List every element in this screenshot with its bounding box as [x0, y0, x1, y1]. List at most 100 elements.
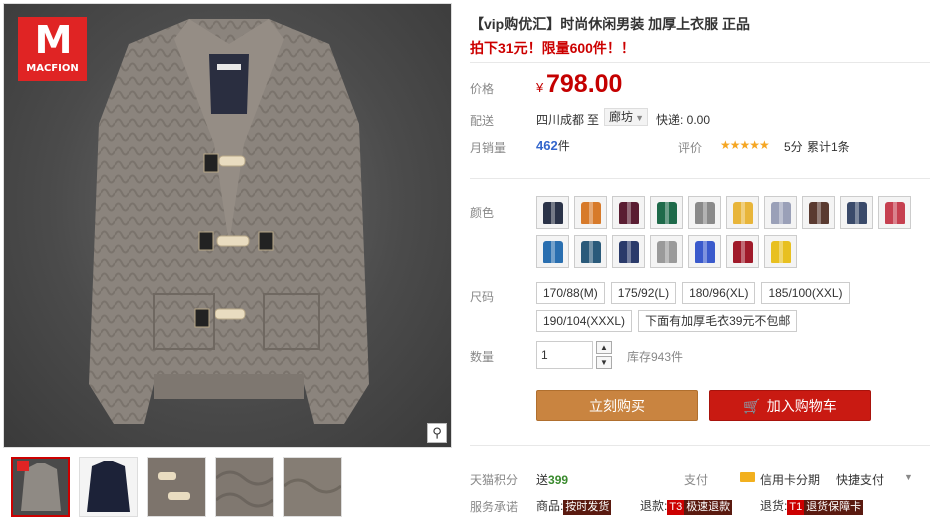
color-swatch[interactable]: [688, 196, 721, 229]
color-swatch[interactable]: [878, 196, 911, 229]
sweater-thumbnail-icon: [618, 201, 639, 224]
color-swatch[interactable]: [536, 196, 569, 229]
sweater-thumbnail-icon: [808, 201, 829, 224]
service-label: 服务承诺: [470, 500, 519, 514]
quantity-label: 数量: [470, 350, 495, 364]
product-title: 【vip购优汇】时尚休闲男装 加厚上衣服 正品: [470, 16, 751, 32]
color-swatch[interactable]: [612, 196, 645, 229]
sweater-thumbnail-icon: [770, 240, 791, 263]
color-swatch[interactable]: [688, 235, 721, 268]
qty-decrease-button[interactable]: ▼: [596, 356, 612, 369]
sweater-thumbnail-icon: [732, 240, 753, 263]
color-label: 颜色: [470, 206, 495, 220]
color-swatch[interactable]: [802, 196, 835, 229]
points-prefix: 送: [536, 473, 549, 487]
add-to-cart-button[interactable]: 🛒 加入购物车: [709, 390, 871, 421]
credit-card-installment[interactable]: 信用卡分期: [760, 471, 820, 488]
sweater-thumbnail-icon: [542, 240, 563, 263]
goods-tag[interactable]: 按时发货: [563, 500, 612, 515]
rating-score: 5分: [784, 140, 803, 154]
color-swatch[interactable]: [536, 235, 569, 268]
express-fee: 快递: 0.00: [656, 113, 711, 127]
zoom-magnifier-icon[interactable]: ⚲: [427, 423, 447, 443]
size-option[interactable]: 下面有加厚毛衣39元不包邮: [638, 310, 798, 332]
color-swatch[interactable]: [840, 196, 873, 229]
monthly-sales-count: 462: [536, 138, 558, 153]
refund-tag[interactable]: 极速退款: [684, 500, 733, 515]
color-swatch[interactable]: [726, 235, 759, 268]
quantity-input[interactable]: 1: [536, 341, 593, 369]
goods-label: 商品:: [536, 499, 564, 513]
sweater-thumbnail-icon: [580, 201, 601, 224]
sweater-thumbnail-icon: [732, 201, 753, 224]
refund-label: 退款:: [640, 499, 668, 513]
return-label: 退货:: [760, 499, 788, 513]
return-guarantee: 退货: T1 退货保障卡: [760, 497, 864, 515]
sweater-thumbnail-icon: [846, 201, 867, 224]
qty-increase-button[interactable]: ▲: [596, 341, 612, 354]
review-count-link[interactable]: 累计1条: [807, 138, 850, 155]
price-label: 价格: [470, 82, 495, 96]
color-swatch[interactable]: [574, 235, 607, 268]
currency-symbol: ¥: [536, 80, 544, 95]
add-to-cart-label: 加入购物车: [766, 398, 837, 414]
sweater-thumbnail-icon: [770, 201, 791, 224]
sweater-thumbnail-icon: [884, 201, 905, 224]
return-tag-prefix: T1: [787, 500, 805, 515]
divider: [470, 62, 930, 63]
refund-tag-prefix: T3: [667, 500, 685, 515]
return-tag[interactable]: 退货保障卡: [804, 500, 864, 515]
rating-label: 评价: [678, 141, 703, 155]
goods-guarantee: 商品: 按时发货: [536, 497, 612, 515]
quick-pay[interactable]: 快捷支付: [836, 471, 884, 488]
color-swatch[interactable]: [764, 196, 797, 229]
size-option[interactable]: 180/96(XL): [682, 282, 756, 304]
cart-icon: 🛒: [743, 398, 761, 414]
refund-guarantee: 退款: T3 极速退款: [640, 497, 733, 515]
ship-to-value: 廊坊: [609, 110, 634, 124]
thumbnail-5[interactable]: [283, 457, 342, 517]
color-swatch[interactable]: [574, 196, 607, 229]
chevron-down-icon[interactable]: ▼: [904, 472, 913, 482]
size-option[interactable]: 185/100(XXL): [761, 282, 850, 304]
promo-text: 拍下31元！限量600件！！: [470, 40, 635, 56]
size-option[interactable]: 170/88(M): [536, 282, 605, 304]
main-product-image[interactable]: M MACFION ⚲: [3, 3, 452, 448]
divider: [470, 178, 930, 179]
color-swatch-list: [536, 196, 916, 268]
size-label: 尺码: [470, 290, 495, 304]
credit-card-icon: [740, 472, 755, 482]
divider: [470, 445, 930, 446]
size-option[interactable]: 175/92(L): [610, 282, 677, 304]
color-swatch[interactable]: [650, 235, 683, 268]
thumbnail-2[interactable]: [79, 457, 138, 517]
points-number: 399: [548, 473, 569, 487]
size-option[interactable]: 190/104(XXXL): [536, 310, 633, 332]
sweater-thumbnail-icon: [694, 201, 715, 224]
ship-to-dropdown[interactable]: 廊坊 ▼: [604, 108, 649, 126]
thumbnail-4[interactable]: [215, 457, 274, 517]
monthly-sales-label: 月销量: [470, 141, 507, 155]
sweater-thumbnail-icon: [618, 240, 639, 263]
thumbnail-strip: [3, 457, 342, 517]
chevron-down-icon: ▼: [635, 113, 645, 123]
shipping-label: 配送: [470, 114, 495, 128]
sweater-thumbnail-icon: [656, 240, 677, 263]
sweater-thumbnail-icon: [580, 240, 601, 263]
price-value: 798.00: [546, 70, 623, 98]
color-swatch[interactable]: [764, 235, 797, 268]
ship-from: 四川成都: [536, 113, 585, 127]
rating-stars-icon: ★★★★★: [720, 138, 770, 152]
sweater-illustration: [89, 19, 369, 424]
thumbnail-3[interactable]: [147, 457, 206, 517]
ship-to-word: 至: [587, 113, 600, 127]
color-swatch[interactable]: [726, 196, 759, 229]
monthly-sales-unit: 件: [557, 139, 570, 153]
sweater-thumbnail-icon: [656, 201, 677, 224]
color-swatch[interactable]: [612, 235, 645, 268]
points-label: 天猫积分: [470, 473, 519, 487]
buy-now-button[interactable]: 立刻购买: [536, 390, 698, 421]
color-swatch[interactable]: [650, 196, 683, 229]
thumbnail-1[interactable]: [11, 457, 70, 517]
stock-text: 库存943件: [627, 350, 684, 364]
